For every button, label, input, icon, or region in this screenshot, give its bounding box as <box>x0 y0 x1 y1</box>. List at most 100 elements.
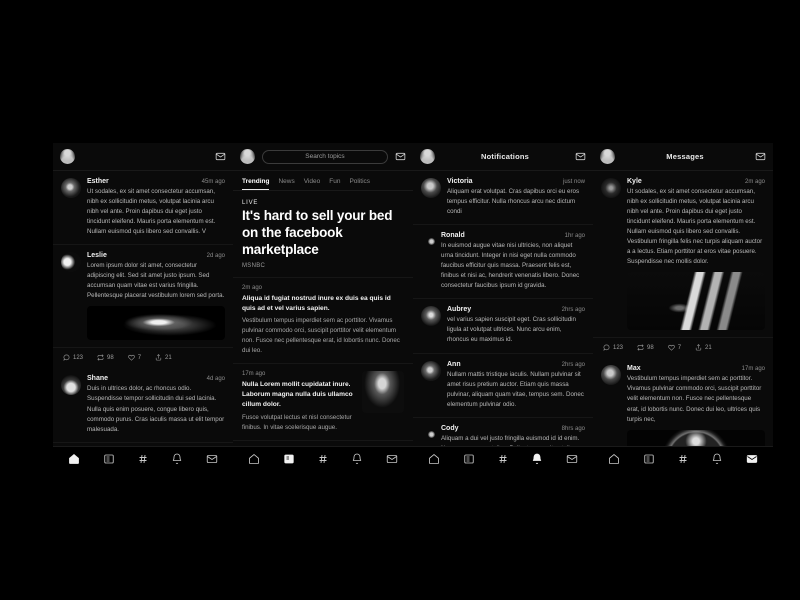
message-photo[interactable] <box>627 272 765 331</box>
notification-text: In euismod augue vitae nisi ultricies, n… <box>441 242 580 290</box>
avatar[interactable] <box>428 430 435 438</box>
hash-icon[interactable] <box>316 452 329 465</box>
list-item[interactable]: Esther 45m ago Ut sodales, ex sit amet c… <box>53 171 233 246</box>
list-item[interactable]: Ronald 1hr ago In euismod augue vitae ni… <box>413 225 593 300</box>
bottom-nav <box>53 446 233 470</box>
news-icon[interactable] <box>642 452 655 465</box>
message-text: Ut sodales, ex sit amet consectetur accu… <box>627 188 763 266</box>
share-action[interactable]: 21 <box>155 354 172 361</box>
list-item[interactable]: Aubrey 2hrs ago vel varius sapien suscip… <box>413 299 593 354</box>
avatar[interactable] <box>421 306 441 327</box>
engagement-bar: 123 98 7 21 <box>593 338 773 358</box>
share-count: 21 <box>705 344 712 351</box>
bell-icon[interactable] <box>531 452 544 465</box>
notifications-list[interactable]: Victoria just now Aliquam erat volutpat.… <box>413 171 593 446</box>
like-action[interactable]: 7 <box>127 354 141 362</box>
author-name: Cody <box>441 424 459 432</box>
search-input[interactable]: Search topics <box>262 149 388 164</box>
news-icon[interactable] <box>102 452 115 465</box>
list-item[interactable]: Greg 4d ago Maecenas dignissim justo ege… <box>53 443 233 446</box>
screenshot-canvas: Esther 45m ago Ut sodales, ex sit amet c… <box>0 0 800 600</box>
bottom-nav <box>233 446 413 470</box>
feed-list[interactable]: Esther 45m ago Ut sodales, ex sit amet c… <box>53 171 233 446</box>
tab-fun[interactable]: Fun <box>329 178 340 190</box>
envelope-icon[interactable] <box>745 452 758 465</box>
avatar[interactable] <box>240 149 255 164</box>
tab-news[interactable]: News <box>278 178 294 190</box>
home-icon[interactable] <box>248 452 261 465</box>
avatar[interactable] <box>61 252 81 273</box>
envelope-icon[interactable] <box>395 151 406 162</box>
avatar[interactable] <box>428 238 435 246</box>
retweet-count: 98 <box>647 344 654 351</box>
avatar[interactable] <box>421 178 441 198</box>
timestamp: 2d ago <box>206 253 225 260</box>
retweet-action[interactable]: 98 <box>637 344 654 351</box>
bottom-nav <box>593 446 773 470</box>
author-name: Ann <box>447 360 461 368</box>
bell-icon[interactable] <box>171 452 184 465</box>
list-item[interactable]: Max 17m ago Vestibulum tempus imperdiet … <box>593 358 773 446</box>
like-count: 7 <box>677 344 682 351</box>
news-icon[interactable] <box>282 452 295 465</box>
story-thumbnail[interactable] <box>362 371 404 414</box>
home-icon[interactable] <box>608 452 621 465</box>
avatar[interactable] <box>601 178 621 198</box>
avatar[interactable] <box>420 149 435 164</box>
bell-icon[interactable] <box>351 452 364 465</box>
timestamp: 2hrs ago <box>561 307 585 314</box>
list-item[interactable]: 2m ago Aliqua id fugiat nostrud inure ex… <box>233 276 413 363</box>
author-name: Shane <box>87 375 109 383</box>
news-list[interactable]: LIVE It's hard to sell your bed on the f… <box>233 191 413 446</box>
post-photo[interactable] <box>87 306 225 341</box>
tab-trending[interactable]: Trending <box>242 178 270 190</box>
messages-header: Messages <box>593 143 773 171</box>
list-item[interactable]: Leslie 2d ago Lorem ipsum dolor sit amet… <box>53 245 233 349</box>
hash-icon[interactable] <box>496 452 509 465</box>
share-action[interactable]: 21 <box>695 344 712 351</box>
news-icon[interactable] <box>462 452 475 465</box>
list-item[interactable]: Kyle 2m ago Ut sodales, ex sit amet cons… <box>593 171 773 339</box>
timestamp: just now <box>562 179 585 185</box>
avatar[interactable] <box>421 360 441 381</box>
envelope-icon[interactable] <box>575 151 586 162</box>
like-action[interactable]: 7 <box>667 344 682 352</box>
featured-headline[interactable]: It's hard to sell your bed on the facebo… <box>233 208 413 259</box>
notifications-panel: Notifications Victoria just now Aliquam … <box>413 143 593 470</box>
envelope-icon[interactable] <box>215 151 226 162</box>
retweet-action[interactable]: 98 <box>97 354 114 362</box>
messages-list[interactable]: Kyle 2m ago Ut sodales, ex sit amet cons… <box>593 171 773 446</box>
list-item[interactable]: Cody 8hrs ago Aliquam a dui vel justo fr… <box>413 418 593 446</box>
hash-icon[interactable] <box>136 452 149 465</box>
comment-action[interactable]: 123 <box>603 344 623 352</box>
envelope-icon[interactable] <box>385 452 398 465</box>
bell-icon[interactable] <box>711 452 724 465</box>
avatar[interactable] <box>60 149 75 164</box>
tab-video[interactable]: Video <box>304 178 321 190</box>
comment-action[interactable]: 123 <box>63 354 83 362</box>
timestamp: 45m ago <box>201 179 225 185</box>
list-item[interactable]: Ann 2hrs ago Nullam mattis tristique iac… <box>413 354 593 418</box>
avatar[interactable] <box>601 365 621 386</box>
avatar[interactable] <box>61 375 81 396</box>
notification-text: vel varius sapien suscipit eget. Cras so… <box>447 316 576 344</box>
list-item[interactable]: 17m ago Nulla Lorem mollit cupidatat inu… <box>233 363 413 440</box>
post-text: Ut sodales, ex sit amet consectetur accu… <box>87 188 216 236</box>
list-item[interactable]: Victoria just now Aliquam erat volutpat.… <box>413 171 593 226</box>
avatar[interactable] <box>61 178 81 198</box>
list-item[interactable]: 20m ago Donec a eros justo. Fusce egesta… <box>233 439 413 446</box>
tab-politics[interactable]: Politics <box>349 178 370 190</box>
notification-text: Aliquam a dui vel justo fringilla euismo… <box>441 434 580 446</box>
list-item[interactable]: Shane 4d ago Duis in ultrices dolor, ac … <box>53 368 233 443</box>
home-icon[interactable] <box>68 452 81 465</box>
envelope-icon[interactable] <box>755 151 766 162</box>
hash-icon[interactable] <box>676 452 689 465</box>
story-title: Aliqua id fugiat nostrud inure ex duis e… <box>242 294 391 312</box>
message-photo[interactable] <box>627 429 765 446</box>
timestamp: 2m ago <box>242 284 263 291</box>
envelope-icon[interactable] <box>205 452 218 465</box>
avatar[interactable] <box>600 149 615 164</box>
home-icon[interactable] <box>428 452 441 465</box>
envelope-icon[interactable] <box>565 452 578 465</box>
news-panel: Search topics Trending News Video Fun Po… <box>233 143 413 470</box>
